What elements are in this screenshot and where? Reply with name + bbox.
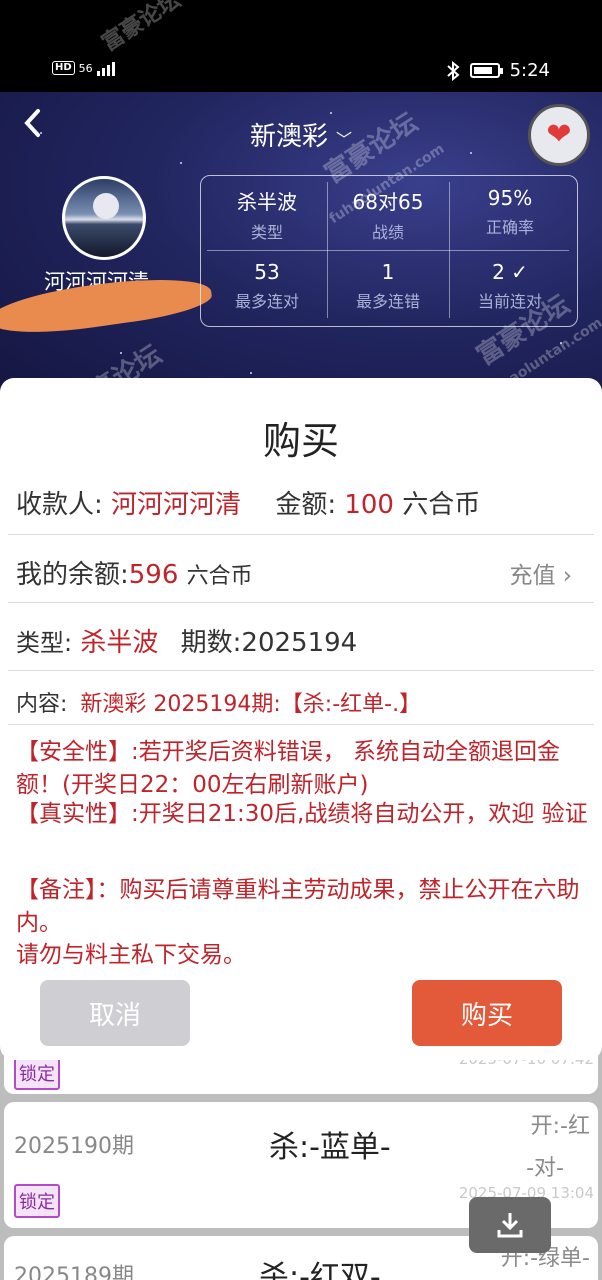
lock-badge: 锁定 [14,1056,60,1090]
payee-row: 收款人: 河河河河清 金额: 100 六合币 [16,484,480,521]
type-row: 类型: 杀半波 期数:2025194 [16,622,357,659]
heart-icon: ❤ [546,117,572,152]
period-label: 期数: [180,628,242,658]
list-item-result-1: 开:-红 [530,1114,590,1139]
stat-accuracy: 95% 正确率 [485,186,534,237]
avatar[interactable] [62,176,146,260]
network-indicator: 56 [78,61,93,75]
hd-indicator: HD [52,61,75,75]
type-label: 类型: [16,629,73,657]
list-item-content: 杀:-蓝单- [269,1130,391,1165]
stat-max-loss-streak: 1 最多连错 [355,260,420,311]
list-item-content: 杀:-红双- [259,1260,381,1280]
amount-unit: 六合币 [402,490,481,520]
status-right: 5:24 [446,60,550,81]
notice-remark: 【备注】：购买后请尊重料主劳动成果，禁止公开在六助内。 [16,877,580,936]
notice-safety: 【安全性】:若开奖后资料错误， 系统自动全额退回金额！(开奖日22：00左右刷新… [16,739,561,798]
stat-type: 杀半波 类型 [237,190,297,242]
amount-value: 100 [344,490,394,520]
notice-authenticity: 【真实性】:开奖日21:30后,战绩将自动公开，欢迎 验证 [16,801,588,827]
buy-button[interactable]: 购买 [412,980,562,1046]
status-left: HD 56 [52,60,115,76]
dialog-title: 购买 [262,419,339,463]
chevron-right-icon: › [562,563,572,589]
balance-row: 我的余额:596 六合币 [16,554,253,591]
type-value: 杀半波 [80,628,159,658]
signal-icon [96,60,115,76]
download-icon [497,1213,523,1238]
balance-unit: 六合币 [186,564,253,589]
payee-name: 河河河河清 [111,490,242,520]
cancel-button[interactable]: 取消 [40,980,190,1046]
balance-value: 596 [128,560,179,590]
period-value: 2025194 [241,628,358,658]
status-bar: HD 56 5:24 [0,0,602,92]
payee-label: 收款人: [16,490,103,520]
content-value: 新澳彩 2025194期:【杀:-红单-.】 [80,692,422,717]
battery-icon [469,63,503,78]
balance-label: 我的余额: [16,560,129,590]
bluetooth-icon [446,60,460,81]
content-row: 内容: 新澳彩 2025194期:【杀:-红单-.】 [16,686,421,718]
content-label: 内容: [16,692,68,717]
notice-private-trade: 请勿与料主私下交易。 [16,942,246,968]
page-title: 新澳彩 [249,122,328,152]
stats-panel: 杀半波 类型 68对65 战绩 95% 正确率 53 最多连对 1 最多连错 2 ✓ 当前连… [200,175,578,327]
list-item-issue: 2025190期 [14,1134,134,1159]
amount-label: 金额: [275,490,337,520]
list-item-issue: 2025189期 [14,1264,134,1280]
status-time: 5:24 [509,60,550,81]
lock-badge: 锁定 [14,1184,60,1218]
purchase-dialog: 购买 收款人: 河河河河清 金额: 100 六合币 我的余额:596 六合币 充… [0,378,602,1060]
stat-max-win-streak: 53 最多连对 [234,260,299,311]
download-button[interactable] [469,1197,551,1253]
lottery-selector[interactable]: 新澳彩 ﹀ [0,116,602,153]
recharge-label: 充值 [509,563,556,589]
list-item-result-2: -对- [526,1156,564,1181]
favorite-button[interactable]: ❤ [528,104,590,166]
recharge-link[interactable]: 充值 › [509,556,572,590]
